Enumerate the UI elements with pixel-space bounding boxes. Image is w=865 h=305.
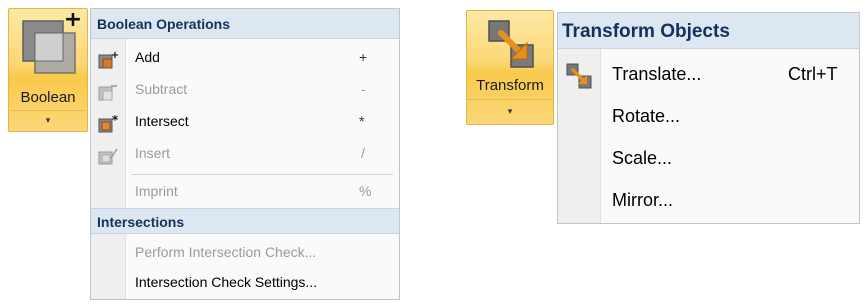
translate-arrow-icon — [566, 63, 592, 89]
svg-text:*: * — [112, 114, 119, 127]
transform-button[interactable]: Transform ▾ — [466, 10, 554, 125]
menu-item-translate[interactable]: Translate... Ctrl+T — [558, 59, 859, 93]
transform-button-divider — [468, 99, 552, 100]
menu-item-imprint[interactable]: Imprint % — [91, 180, 399, 206]
menu-item-insert-label: Insert — [135, 145, 171, 161]
menu-item-translate-shortcut: Ctrl+T — [788, 64, 838, 84]
menu-item-perform-intersection-check[interactable]: Perform Intersection Check... — [91, 241, 399, 267]
menu-item-perform-intersection-check-label: Perform Intersection Check... — [135, 244, 317, 260]
menu-item-rotate[interactable]: Rotate... — [558, 101, 859, 135]
boolean-button-divider — [10, 110, 86, 111]
menu-item-subtract[interactable]: Subtract - — [91, 78, 399, 106]
menu-item-intersection-check-settings-label: Intersection Check Settings... — [135, 274, 318, 290]
menu-item-mirror[interactable]: Mirror... — [558, 185, 859, 219]
menu-item-add-label: Add — [135, 49, 160, 65]
transform-arrow-icon — [488, 20, 534, 68]
menu-item-intersect-shortcut: * — [359, 113, 365, 129]
menu-item-scale[interactable]: Scale... — [558, 143, 859, 177]
menu-item-intersect-label: Intersect — [135, 113, 189, 129]
menu-item-imprint-label: Imprint — [135, 183, 178, 199]
menu-separator — [131, 174, 393, 175]
transform-objects-menu: Transform Objects Translate... Ctrl+T Ro… — [557, 12, 860, 224]
svg-text:+: + — [111, 50, 119, 61]
menu-item-rotate-label: Rotate... — [612, 106, 681, 126]
subtract-shape-icon — [98, 85, 117, 101]
transform-objects-header: Transform Objects — [558, 13, 859, 49]
chevron-down-icon[interactable]: ▾ — [9, 115, 87, 126]
menu-item-scale-label: Scale... — [612, 148, 673, 168]
menu-item-insert[interactable]: Insert / — [91, 142, 399, 170]
transform-button-label: Transform — [476, 77, 544, 94]
chevron-down-icon[interactable]: ▾ — [467, 106, 553, 117]
boolean-operations-menu: Boolean Operations + Add + Subtract - * … — [90, 8, 400, 300]
stacked-squares-plus-icon: + — [22, 13, 82, 74]
add-shape-icon: + — [98, 50, 119, 69]
intersect-shape-icon: * — [98, 114, 119, 133]
boolean-operations-header: Boolean Operations — [91, 9, 399, 39]
svg-text:+: + — [64, 13, 82, 32]
boolean-button-label: Boolean — [20, 89, 76, 106]
menu-item-intersection-check-settings[interactable]: Intersection Check Settings... — [91, 271, 399, 297]
menu-item-translate-label: Translate... — [612, 64, 702, 84]
intersections-header: Intersections — [91, 208, 399, 234]
menu-item-subtract-shortcut: - — [361, 81, 366, 97]
insert-shape-icon — [98, 148, 118, 165]
menu-item-insert-shortcut: / — [361, 145, 365, 161]
menu-item-imprint-shortcut: % — [359, 183, 372, 199]
menu-item-mirror-label: Mirror... — [612, 190, 673, 210]
menu-item-add-shortcut: + — [359, 49, 368, 65]
boolean-button[interactable]: + Boolean ▾ — [8, 8, 88, 132]
menu-item-subtract-label: Subtract — [135, 81, 188, 97]
menu-item-intersect[interactable]: * Intersect * — [91, 110, 399, 138]
menu-item-add[interactable]: + Add + — [91, 46, 399, 74]
